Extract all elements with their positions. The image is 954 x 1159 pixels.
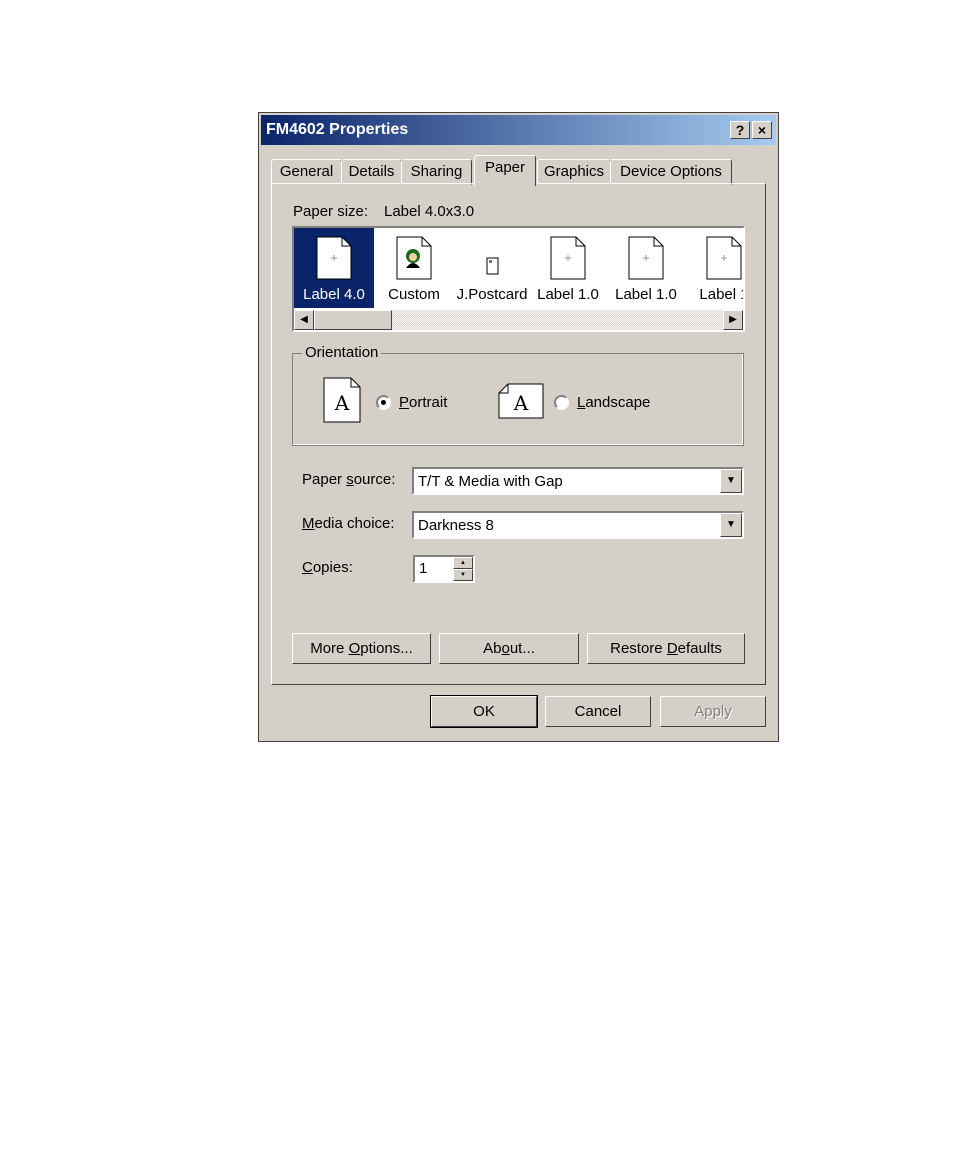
paper-item-label-1-0-a[interactable]: Label 1.0 <box>528 228 608 308</box>
help-button[interactable]: ? <box>730 121 750 139</box>
title-bar[interactable]: FM4602 Properties ? × <box>261 115 776 145</box>
paper-item-label-4-0[interactable]: Label 4.0 <box>294 228 374 308</box>
media-choice-value: Darkness 8 <box>418 517 494 534</box>
postcard-icon <box>486 257 499 275</box>
tab-device-options[interactable]: Device Options <box>610 159 732 185</box>
paper-item-label: J.Postcard <box>456 286 528 303</box>
portrait-page-icon: A <box>323 377 361 423</box>
paper-item-label-1-0-b[interactable]: Label 1.0 <box>606 228 686 308</box>
spin-down-button[interactable]: ▼ <box>453 569 473 581</box>
copies-label: Copies: <box>302 559 353 576</box>
paper-item-j-postcard[interactable]: J.Postcard <box>452 228 532 308</box>
paper-source-select[interactable]: T/T & Media with Gap ▼ <box>412 467 744 495</box>
apply-button[interactable]: Apply <box>660 696 766 727</box>
custom-page-icon <box>396 236 432 280</box>
paper-source-value: T/T & Media with Gap <box>418 473 563 490</box>
paper-item-label-1-c[interactable]: Label 1 <box>684 228 745 308</box>
more-options-button[interactable]: More Options... <box>292 633 431 664</box>
page-icon <box>550 236 586 280</box>
landscape-label[interactable]: Landscape <box>577 394 650 411</box>
chevron-down-icon: ▼ <box>726 475 736 486</box>
paper-item-label: Label 1.0 <box>537 286 599 303</box>
tab-details[interactable]: Details <box>341 159 402 185</box>
media-choice-select[interactable]: Darkness 8 ▼ <box>412 511 744 539</box>
orientation-group-title: Orientation <box>302 344 382 361</box>
paper-size-label: Paper size: <box>293 203 369 220</box>
paper-item-custom[interactable]: Custom <box>374 228 454 308</box>
paper-size-list[interactable]: Label 4.0 Custom J.Postcard Label 1.0 La… <box>292 226 745 332</box>
portrait-radio[interactable] <box>376 395 391 410</box>
copies-stepper[interactable]: 1 ▲ ▼ <box>413 555 475 583</box>
arrow-down-icon: ▼ <box>460 572 466 578</box>
cancel-button[interactable]: Cancel <box>545 696 651 727</box>
about-button[interactable]: About... <box>439 633 579 664</box>
arrow-left-icon: ◀ <box>300 314 308 325</box>
tab-paper[interactable]: Paper <box>474 155 536 186</box>
ok-button[interactable]: OK <box>430 695 538 728</box>
portrait-label[interactable]: Portrait <box>399 394 447 411</box>
window-title: FM4602 Properties <box>266 121 409 138</box>
paper-item-label: Label 4.0 <box>303 286 365 303</box>
orientation-group: Orientation A Portrait A Landscape <box>292 344 744 446</box>
tab-graphics[interactable]: Graphics <box>537 159 611 185</box>
landscape-page-icon: A <box>498 383 544 419</box>
arrow-up-icon: ▲ <box>460 560 466 566</box>
paper-item-label: Custom <box>388 286 440 303</box>
scroll-left-button[interactable]: ◀ <box>294 310 314 330</box>
horizontal-scrollbar[interactable]: ◀ ▶ <box>294 310 743 330</box>
spin-buttons: ▲ ▼ <box>453 557 473 581</box>
scroll-right-button[interactable]: ▶ <box>723 310 743 330</box>
page-icon <box>706 236 742 280</box>
spin-up-button[interactable]: ▲ <box>453 557 473 569</box>
svg-text:A: A <box>334 391 350 415</box>
tab-general[interactable]: General <box>271 159 342 185</box>
dropdown-arrow-button[interactable]: ▼ <box>720 513 742 537</box>
paper-source-label: Paper source: <box>302 471 396 488</box>
tab-sharing[interactable]: Sharing <box>401 159 472 185</box>
page-icon <box>316 236 352 280</box>
scrollbar-thumb[interactable] <box>314 310 392 330</box>
media-choice-label: Media choice: <box>302 515 395 532</box>
svg-text:A: A <box>513 391 529 415</box>
chevron-down-icon: ▼ <box>726 519 736 530</box>
close-button[interactable]: × <box>752 121 772 139</box>
landscape-radio[interactable] <box>554 395 569 410</box>
paper-item-label: Label 1.0 <box>615 286 677 303</box>
dropdown-arrow-button[interactable]: ▼ <box>720 469 742 493</box>
properties-dialog: FM4602 Properties ? × General Details Sh… <box>258 112 779 742</box>
copies-value[interactable]: 1 <box>419 560 427 577</box>
radio-dot <box>381 400 386 405</box>
arrow-right-icon: ▶ <box>729 314 737 325</box>
paper-size-value: Label 4.0x3.0 <box>384 203 475 220</box>
paper-item-label: Label 1 <box>699 286 745 303</box>
restore-defaults-button[interactable]: Restore Defaults <box>587 633 745 664</box>
page-icon <box>628 236 664 280</box>
